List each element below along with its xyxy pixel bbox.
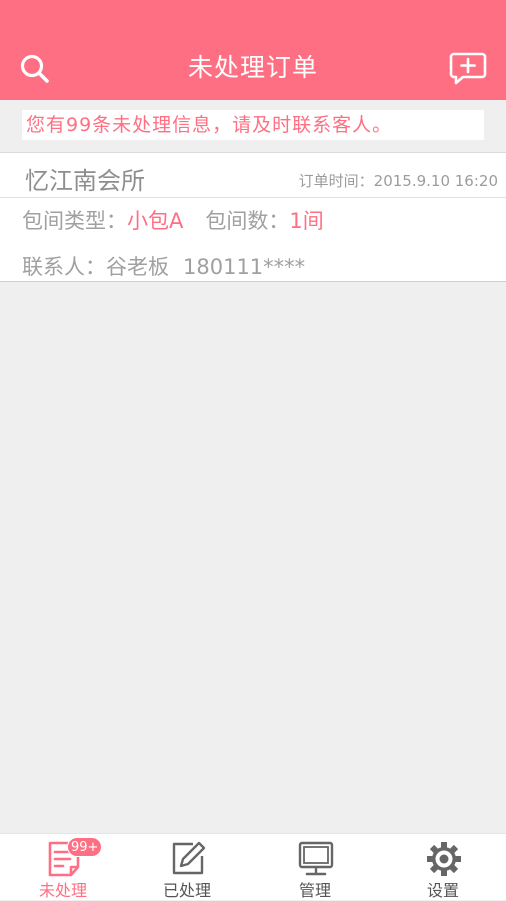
contact-phone[interactable]: 180111****: [183, 255, 305, 279]
room-type-label: 包间类型：: [22, 209, 127, 233]
tab-settings-label: 设置: [426, 881, 459, 900]
order-card[interactable]: 忆江南会所 订单时间：2015.9.10 16:20 包间类型：小包A 包间数：1…: [0, 152, 506, 282]
tab-pending-label: 未处理: [38, 881, 87, 900]
room-info: 包间类型：小包A 包间数：1间: [22, 205, 324, 235]
monitor-icon: [298, 841, 334, 876]
order-time: 订单时间：2015.9.10 16:20: [299, 170, 498, 191]
pending-count-badge: 99+: [67, 837, 103, 857]
page-title: 未处理订单: [187, 53, 318, 82]
order-time-label: 订单时间：: [298, 172, 374, 190]
order-time-value: 2015.9.10 16:20: [373, 172, 498, 190]
contact-info: 联系人：谷老板 180111****: [22, 251, 305, 281]
unprocessed-notice: 您有99条未处理信息，请及时联系客人。: [22, 110, 484, 140]
top-bar: 未处理订单: [0, 0, 506, 100]
tab-manage-label: 管理: [298, 881, 331, 900]
room-type-value: 小包A: [127, 209, 184, 233]
contact-name: 谷老板: [106, 255, 169, 279]
contact-label: 联系人：: [22, 255, 106, 279]
tab-processed[interactable]: 已处理: [124, 834, 250, 901]
bottom-tab-bar: 99+ 未处理 已处理 管理 设置: [0, 833, 506, 900]
venue-name: 忆江南会所: [25, 167, 145, 195]
add-message-button[interactable]: [448, 50, 488, 88]
add-message-icon: [449, 52, 487, 85]
edit-icon: [172, 841, 206, 875]
room-count-label: 包间数：: [205, 209, 290, 233]
room-count-value: 1间: [289, 209, 324, 233]
gear-icon: [427, 842, 461, 876]
tab-processed-label: 已处理: [162, 881, 211, 900]
card-divider: [0, 197, 506, 198]
tab-pending[interactable]: 99+ 未处理: [0, 834, 126, 901]
tab-manage[interactable]: 管理: [252, 834, 378, 901]
tab-settings[interactable]: 设置: [380, 834, 506, 901]
